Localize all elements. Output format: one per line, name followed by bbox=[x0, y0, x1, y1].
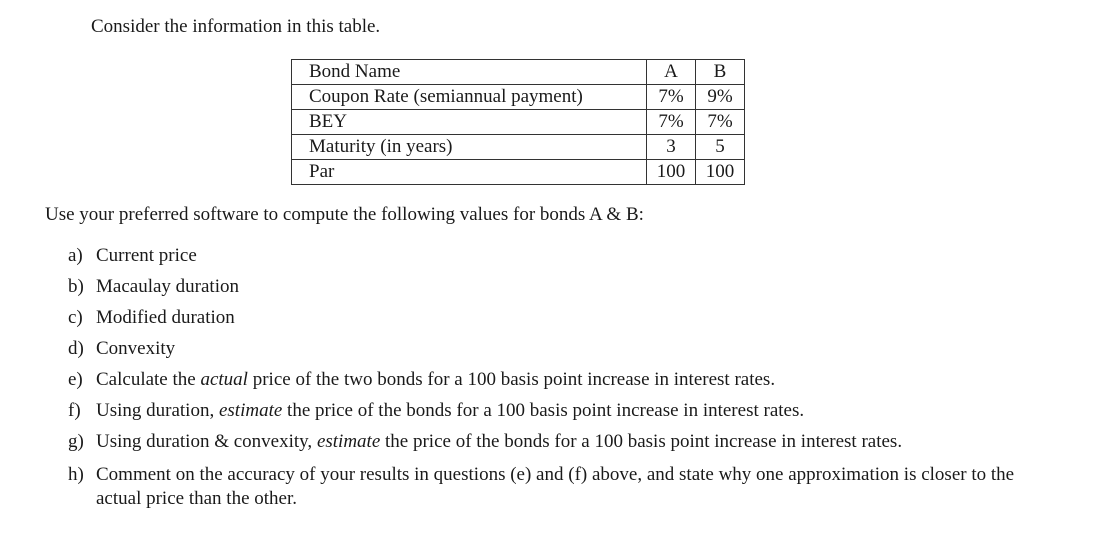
row-label: Coupon Rate (semiannual payment) bbox=[291, 84, 647, 110]
emphasis-text: estimate bbox=[316, 431, 381, 452]
question-text-part: Current price bbox=[96, 245, 197, 266]
question-text-part: the price of the bonds for a 100 basis p… bbox=[282, 400, 805, 421]
question-item: f) Using duration, estimate the price of… bbox=[68, 399, 1028, 423]
question-text-part: price of the two bonds for a 100 basis p… bbox=[247, 369, 776, 390]
question-letter: d) bbox=[68, 338, 84, 359]
question-letter: g) bbox=[68, 431, 84, 452]
row-label: Par bbox=[291, 159, 647, 185]
question-text: Using duration & convexity, estimate the… bbox=[96, 430, 1028, 454]
question-item: b) Macaulay duration bbox=[68, 275, 1028, 299]
question-text: Convexity bbox=[96, 337, 1028, 361]
question-item: h) Comment on the accuracy of your resul… bbox=[68, 463, 1028, 511]
question-letter: h) bbox=[68, 464, 84, 485]
cell-a: 7% bbox=[646, 84, 696, 110]
question-text: Using duration, estimate the price of th… bbox=[96, 399, 1028, 423]
question-text-part: Calculate the bbox=[96, 369, 201, 390]
cell-b: 9% bbox=[695, 84, 745, 110]
cell-b: 7% bbox=[695, 109, 745, 135]
question-text: Calculate the actual price of the two bo… bbox=[96, 368, 1028, 392]
question-item: e) Calculate the actual price of the two… bbox=[68, 368, 1028, 392]
cell-b: 100 bbox=[695, 159, 745, 185]
instructions-text: Use your preferred software to compute t… bbox=[45, 204, 644, 225]
cell-a: 7% bbox=[646, 109, 696, 135]
question-text: Macaulay duration bbox=[96, 275, 1028, 299]
bond-table: Bond Name A B Coupon Rate (semiannual pa… bbox=[291, 59, 745, 185]
cell-a: 3 bbox=[646, 134, 696, 160]
question-text-part: Using duration & convexity, bbox=[96, 431, 317, 452]
question-letter: b) bbox=[68, 276, 84, 297]
header-bond-name: Bond Name bbox=[291, 59, 647, 85]
intro-text: Consider the information in this table. bbox=[91, 16, 381, 37]
question-item: g) Using duration & convexity, estimate … bbox=[68, 430, 1028, 454]
question-text: Comment on the accuracy of your results … bbox=[96, 463, 1028, 511]
question-text-part: Comment on the accuracy of your results … bbox=[96, 464, 1015, 509]
question-letter: a) bbox=[68, 245, 83, 266]
table-row: Par 100 100 bbox=[291, 159, 745, 185]
question-text-part: the price of the bonds for a 100 basis p… bbox=[380, 431, 903, 452]
table-row: BEY 7% 7% bbox=[291, 109, 745, 135]
emphasis-text: estimate bbox=[218, 400, 283, 421]
question-item: a) Current price bbox=[68, 244, 1028, 268]
row-label: BEY bbox=[291, 109, 647, 135]
question-list: a) Current price b) Macaulay duration c)… bbox=[68, 244, 1028, 518]
question-text: Modified duration bbox=[96, 306, 1028, 330]
question-item: d) Convexity bbox=[68, 337, 1028, 361]
table-row: Maturity (in years) 3 5 bbox=[291, 134, 745, 160]
question-text-part: Modified duration bbox=[96, 307, 235, 328]
question-text-part: Using duration, bbox=[96, 400, 219, 421]
question-text-part: Convexity bbox=[96, 338, 176, 359]
question-text: Current price bbox=[96, 244, 1028, 268]
table-header-row: Bond Name A B bbox=[291, 59, 745, 85]
emphasis-text: actual bbox=[200, 369, 248, 390]
question-letter: f) bbox=[68, 400, 81, 421]
row-label: Maturity (in years) bbox=[291, 134, 647, 160]
question-letter: e) bbox=[68, 369, 83, 390]
cell-a: 100 bbox=[646, 159, 696, 185]
question-item: c) Modified duration bbox=[68, 306, 1028, 330]
table-row: Coupon Rate (semiannual payment) 7% 9% bbox=[291, 84, 745, 110]
cell-b: 5 bbox=[695, 134, 745, 160]
header-b: B bbox=[695, 59, 745, 85]
question-letter: c) bbox=[68, 307, 83, 328]
question-text-part: Macaulay duration bbox=[96, 276, 239, 297]
header-a: A bbox=[646, 59, 696, 85]
